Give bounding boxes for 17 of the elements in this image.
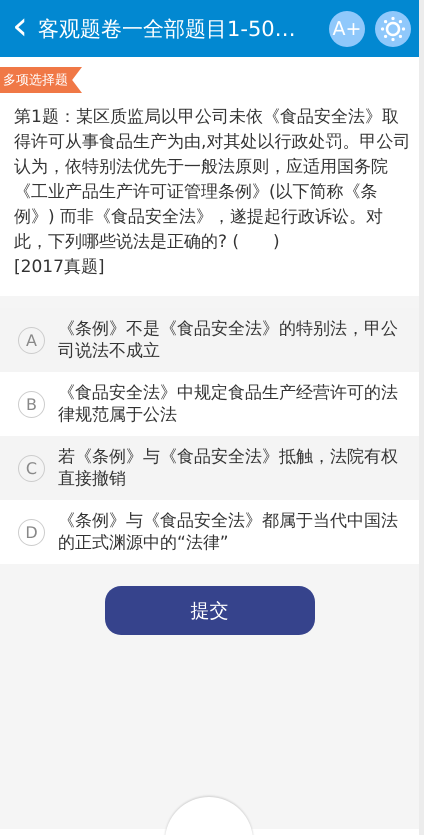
- option-text: 若《条例》与《食品安全法》抵触，法院有权直接撤销: [58, 446, 399, 490]
- question-text: 第1题：某区质监局以甲公司未依《食品安全法》取得许可从事食品生产为由,对其处以行政处罚。甲公司认为，依特别法优先于一般法原则，应适用国务院《工业产品生产许可证管理条例》(以下简称《条例》) 而非《食品安全法》，遂提起行政诉讼。对此，下列哪些说法是正确的? ( ) [2017真题]: [13, 106, 412, 279]
- submit-button[interactable]: 提交: [104, 586, 314, 635]
- answer-option[interactable]: D 《条例》与《食品安全法》都属于当代中国法的正式渊源中的“法律”: [0, 500, 419, 564]
- option-letter: A: [18, 326, 45, 354]
- option-text: 《条例》不是《食品安全法》的特别法，甲公司说法不成立: [58, 318, 399, 362]
- answer-option[interactable]: B 《食品安全法》中规定食品生产经营许可的法律规范属于公法: [0, 372, 419, 436]
- option-text: 《食品安全法》中规定食品生产经营许可的法律规范属于公法: [58, 382, 399, 426]
- option-letter: B: [18, 390, 45, 418]
- option-text: 《条例》与《食品安全法》都属于当代中国法的正式渊源中的“法律”: [58, 510, 399, 554]
- option-letter: C: [18, 454, 45, 482]
- back-button[interactable]: ‹: [12, 6, 38, 52]
- question-type-badge: 多项选择题: [0, 67, 82, 93]
- brightness-button[interactable]: [375, 10, 411, 46]
- page-title: 客观题卷一全部题目1-50…: [38, 16, 297, 42]
- option-letter: D: [18, 518, 45, 546]
- sun-icon: [380, 16, 406, 42]
